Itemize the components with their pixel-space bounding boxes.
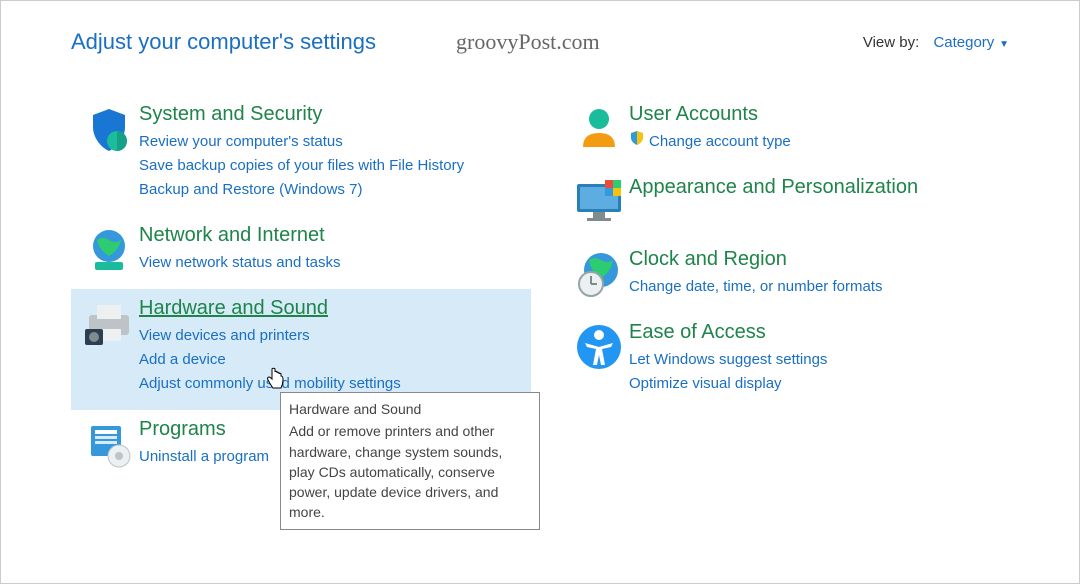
viewby-selector[interactable]: Category ▼	[933, 34, 1009, 51]
viewby: View by: Category ▼	[863, 34, 1009, 51]
header: Adjust your computer's settings groovyPo…	[1, 1, 1079, 65]
clock-icon	[569, 248, 629, 299]
tooltip-title: Hardware and Sound	[289, 399, 531, 419]
category-link[interactable]: Change account type	[629, 130, 1011, 154]
category-title[interactable]: System and Security	[139, 103, 322, 126]
category-body: System and Security Review your computer'…	[139, 103, 521, 202]
programs-icon	[79, 418, 139, 469]
category-item: System and Security Review your computer'…	[71, 95, 531, 216]
category-title[interactable]: Programs	[139, 418, 226, 441]
category-title[interactable]: Hardware and Sound	[139, 297, 328, 320]
shield-icon	[79, 103, 139, 202]
category-body: Hardware and Sound View devices and print…	[139, 297, 521, 396]
category-body: Appearance and Personalization	[629, 176, 1011, 226]
category-link[interactable]: Change date, time, or number formats	[629, 275, 1011, 299]
category-title[interactable]: Network and Internet	[139, 224, 325, 247]
display-icon	[569, 176, 629, 226]
categories-grid: System and Security Review your computer'…	[1, 65, 1079, 483]
tooltip-body: Add or remove printers and other hardwar…	[289, 423, 502, 520]
chevron-down-icon: ▼	[996, 39, 1009, 50]
category-link[interactable]: Add a device	[139, 348, 521, 372]
category-link[interactable]: View network status and tasks	[139, 251, 521, 275]
category-item: Network and Internet View network status …	[71, 216, 531, 289]
category-item: Clock and Region Change date, time, or nu…	[561, 240, 1021, 313]
page-title: Adjust your computer's settings	[71, 29, 376, 55]
right-column: User Accounts Change account type Appearan…	[561, 95, 1021, 483]
category-link[interactable]: View devices and printers	[139, 324, 521, 348]
category-title[interactable]: Clock and Region	[629, 248, 787, 271]
category-item: User Accounts Change account type	[561, 95, 1021, 168]
user-icon	[569, 103, 629, 154]
category-body: User Accounts Change account type	[629, 103, 1011, 154]
category-link[interactable]: Backup and Restore (Windows 7)	[139, 178, 521, 202]
category-item: Ease of Access Let Windows suggest settin…	[561, 313, 1021, 410]
category-item: Appearance and Personalization	[561, 168, 1021, 240]
globe-icon	[79, 224, 139, 275]
category-link[interactable]: Optimize visual display	[629, 372, 1011, 396]
uac-shield-icon	[629, 130, 645, 154]
cursor-pointer-icon	[266, 367, 286, 391]
watermark: groovyPost.com	[456, 29, 600, 55]
printer-icon	[79, 297, 139, 396]
category-link[interactable]: Let Windows suggest settings	[629, 348, 1011, 372]
category-title[interactable]: User Accounts	[629, 103, 758, 126]
category-link[interactable]: Review your computer's status	[139, 130, 521, 154]
tooltip: Hardware and Sound Add or remove printer…	[280, 392, 540, 530]
category-body: Clock and Region Change date, time, or nu…	[629, 248, 1011, 299]
category-link[interactable]: Save backup copies of your files with Fi…	[139, 154, 521, 178]
category-title[interactable]: Appearance and Personalization	[629, 176, 918, 199]
accessibility-icon	[569, 321, 629, 396]
category-body: Network and Internet View network status …	[139, 224, 521, 275]
category-body: Ease of Access Let Windows suggest settin…	[629, 321, 1011, 396]
viewby-label: View by:	[863, 34, 919, 51]
category-title[interactable]: Ease of Access	[629, 321, 766, 344]
